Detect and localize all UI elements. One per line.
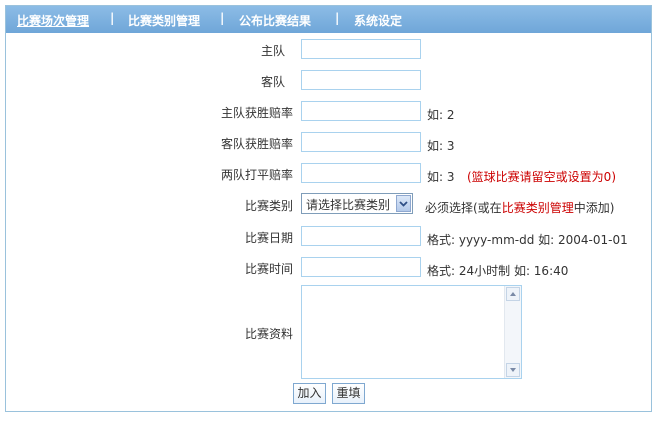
home-win-odds-input[interactable] — [301, 101, 421, 121]
home-win-odds-label: 主队获胜赔率 — [220, 106, 293, 120]
draw-odds-hint: 如: 3 — [427, 170, 455, 184]
draw-odds-label: 两队打平赔率 — [220, 168, 293, 182]
nav-separator: | — [110, 11, 115, 25]
category-select[interactable]: 请选择比赛类别 — [301, 193, 413, 214]
category-hint-prefix: 必须选择(或在 — [425, 201, 502, 215]
home-team-input[interactable] — [301, 39, 421, 59]
submit-button[interactable]: 加入 — [293, 383, 326, 404]
away-win-odds-input[interactable] — [301, 132, 421, 152]
away-team-label: 客队 — [260, 75, 285, 89]
category-label: 比赛类别 — [244, 199, 293, 213]
home-win-odds-hint: 如: 2 — [427, 108, 455, 122]
time-input[interactable] — [301, 257, 421, 277]
nav-separator: | — [335, 11, 340, 25]
category-management-link[interactable]: 比赛类别管理 — [502, 201, 574, 215]
date-label: 比赛日期 — [244, 231, 293, 245]
category-hint: 必须选择(或在比赛类别管理中添加) — [425, 199, 614, 216]
date-hint: 格式: yyyy-mm-dd 如: 2004-01-01 — [427, 233, 628, 247]
nav-category-management[interactable]: 比赛类别管理 — [128, 12, 200, 29]
chevron-down-icon[interactable] — [396, 195, 411, 212]
nav-match-management[interactable]: 比赛场次管理 — [17, 12, 89, 29]
date-input[interactable] — [301, 226, 421, 246]
nav-publish-results[interactable]: 公布比赛结果 — [239, 12, 311, 29]
scroll-down-icon[interactable] — [506, 363, 520, 377]
reset-button[interactable]: 重填 — [332, 383, 365, 404]
category-hint-suffix: 中添加) — [573, 201, 615, 215]
away-win-odds-label: 客队获胜赔率 — [220, 137, 293, 151]
away-win-odds-hint: 如: 3 — [427, 139, 455, 153]
nav-system-settings[interactable]: 系统设定 — [354, 12, 402, 29]
info-textarea[interactable] — [301, 285, 522, 379]
time-hint: 格式: 24小时制 如: 16:40 — [427, 264, 569, 278]
away-team-input[interactable] — [301, 70, 421, 90]
info-label: 比赛资料 — [244, 327, 293, 341]
home-team-label: 主队 — [260, 44, 285, 58]
scroll-up-icon[interactable] — [506, 287, 520, 301]
time-label: 比赛时间 — [244, 262, 293, 276]
nav-separator: | — [220, 11, 225, 25]
draw-odds-note: (篮球比赛请留空或设置为0) — [467, 170, 616, 184]
draw-odds-input[interactable] — [301, 163, 421, 183]
category-selected-value: 请选择比赛类别 — [306, 198, 391, 212]
top-nav: 比赛场次管理 | 比赛类别管理 | 公布比赛结果 | 系统设定 — [6, 6, 651, 33]
textarea-scrollbar[interactable] — [504, 286, 521, 378]
